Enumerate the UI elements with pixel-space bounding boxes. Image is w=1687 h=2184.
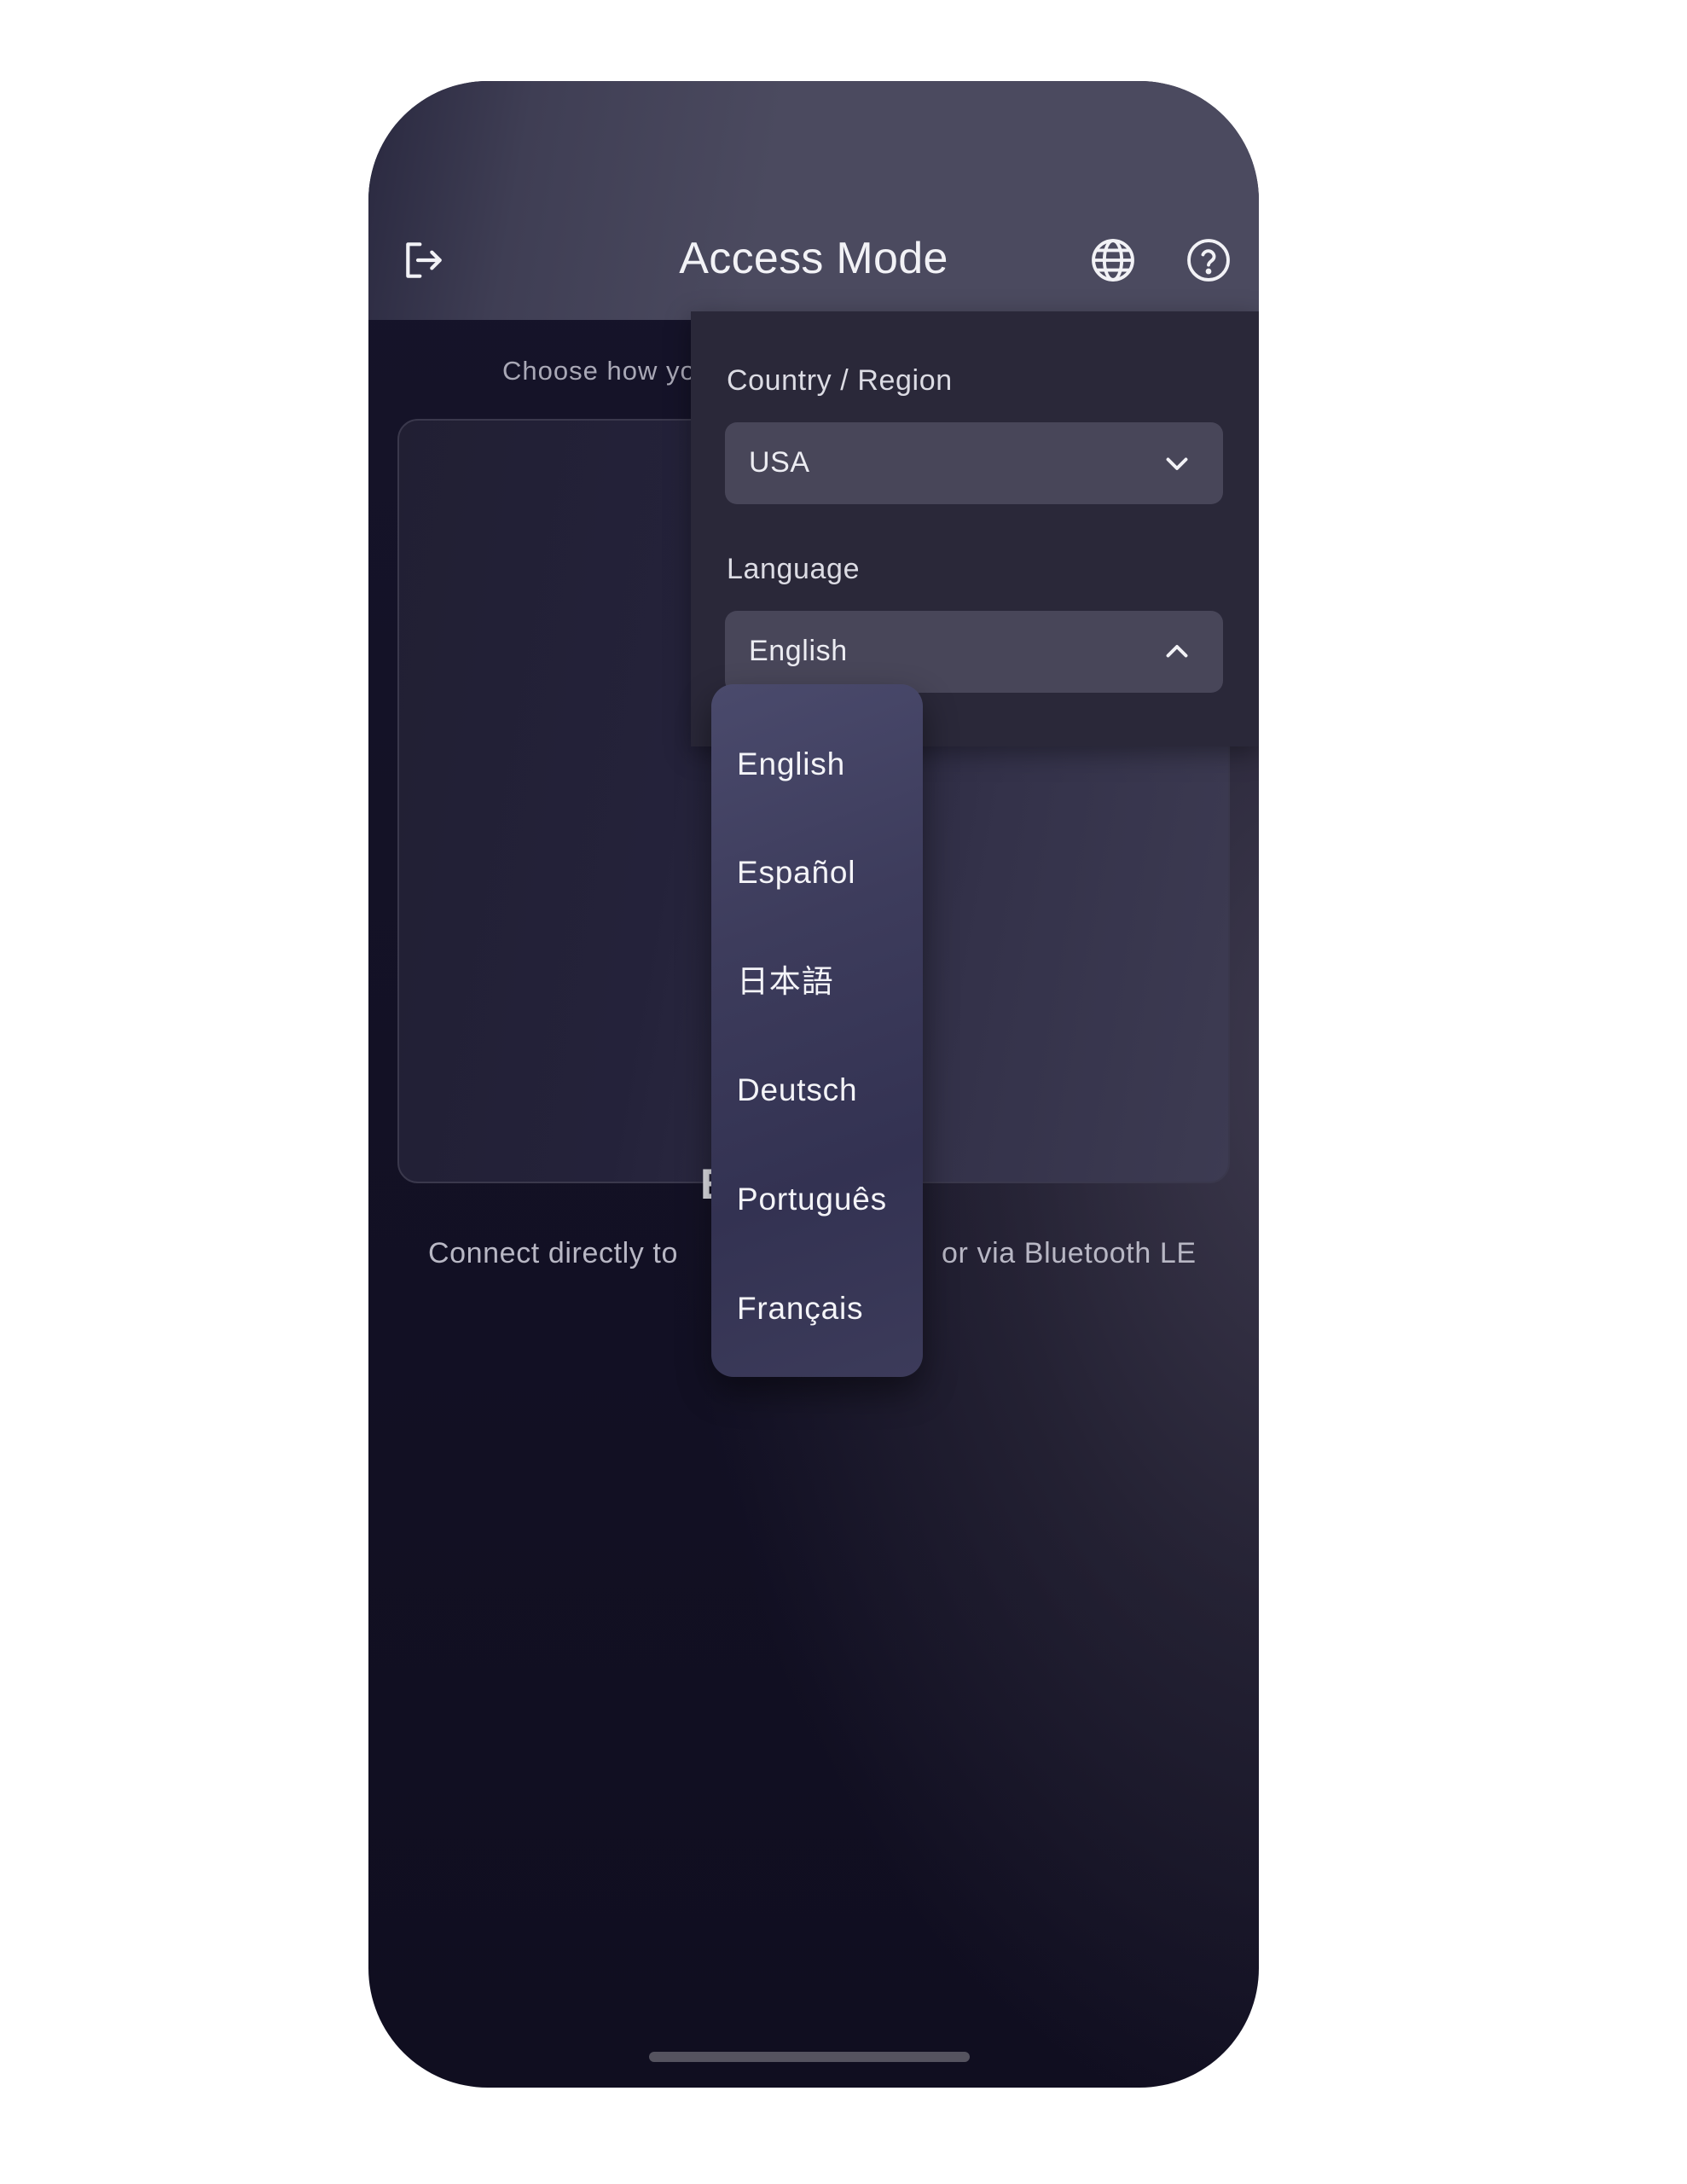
language-option-english[interactable]: English [737, 730, 916, 799]
language-value: English [749, 635, 848, 667]
language-option-portugues[interactable]: Português [737, 1165, 916, 1234]
subtitle-text: Choose how yo [502, 356, 696, 386]
country-label: Country / Region [727, 364, 953, 397]
language-option-espanol[interactable]: Español [737, 839, 916, 907]
help-button[interactable] [1183, 235, 1234, 286]
language-option-deutsch[interactable]: Deutsch [737, 1056, 916, 1124]
country-select[interactable]: USA [725, 422, 1223, 504]
country-value: USA [749, 446, 810, 479]
phone-screen: Access Mode Choose how yo E Connect [368, 81, 1259, 2088]
home-indicator [649, 2052, 970, 2062]
language-label: Language [727, 553, 861, 585]
help-icon [1187, 239, 1230, 282]
language-dropdown-menu: English Español 日本語 Deutsch Português Fr… [711, 684, 923, 1377]
card-description-left: Connect directly to [428, 1237, 678, 1269]
language-option-japanese[interactable]: 日本語 [737, 948, 916, 1016]
globe-icon [1092, 239, 1134, 282]
app-header: Access Mode [368, 81, 1259, 320]
locale-settings-panel: Country / Region USA Language English [691, 311, 1259, 746]
language-button[interactable] [1087, 235, 1139, 286]
language-select[interactable]: English [725, 611, 1223, 693]
chevron-down-icon [1166, 457, 1188, 470]
language-option-francais[interactable]: Français [737, 1275, 916, 1343]
card-description-right: or via Bluetooth LE [942, 1237, 1197, 1269]
chevron-up-icon [1166, 645, 1188, 658]
